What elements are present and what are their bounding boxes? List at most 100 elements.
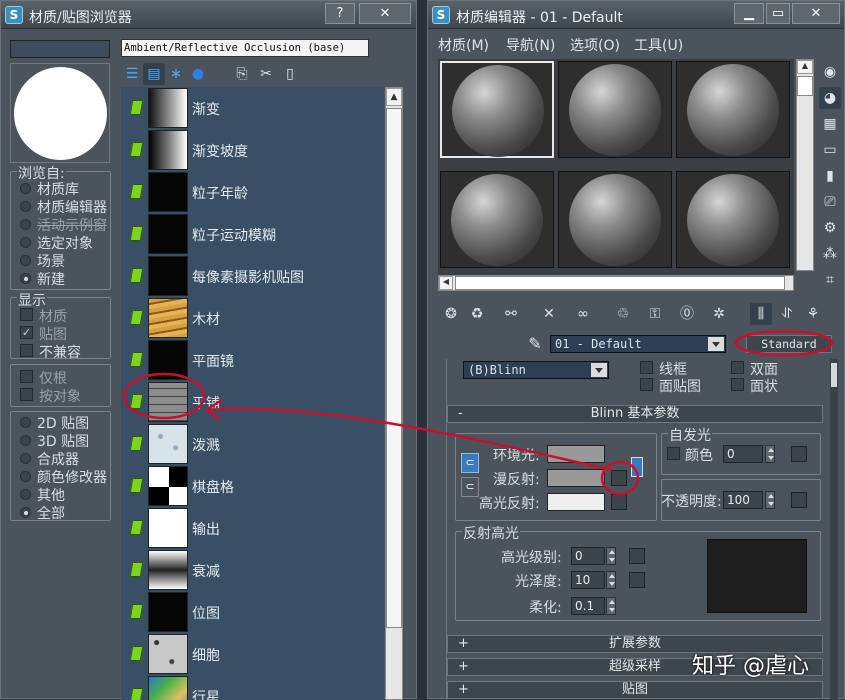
options-icon[interactable]: ⚙ bbox=[819, 217, 841, 239]
map-list-item[interactable]: 粒子年龄 bbox=[121, 171, 381, 213]
diffuse-swatch[interactable] bbox=[547, 469, 605, 487]
map-list-item[interactable]: 渐变 bbox=[121, 87, 381, 129]
two-sided-checkbox[interactable] bbox=[731, 361, 744, 374]
sample-type-icon[interactable]: ◉ bbox=[819, 61, 841, 83]
lock-icon-2[interactable]: ⊂ bbox=[461, 477, 479, 497]
slots-scroll-thumb[interactable] bbox=[797, 76, 813, 96]
assign-to-selection-icon[interactable]: ⚯ bbox=[500, 303, 522, 325]
make-unique-icon[interactable]: ∞ bbox=[572, 303, 594, 325]
scroll-up-arrow[interactable]: ▲ bbox=[386, 88, 402, 106]
sample-slots-hscroll[interactable]: ◀ bbox=[438, 275, 794, 291]
sample-slot-2[interactable] bbox=[558, 61, 672, 158]
map-list-item[interactable]: 棋盘格 bbox=[121, 465, 381, 507]
self-illum-value[interactable]: 0 bbox=[723, 445, 763, 463]
clear-library-icon[interactable]: ▯ bbox=[279, 63, 301, 85]
sample-uv-tiling-icon[interactable]: ▭ bbox=[819, 139, 841, 161]
map-list-item[interactable]: 输出 bbox=[121, 507, 381, 549]
close-button[interactable]: ✕ bbox=[359, 3, 411, 24]
category-radio[interactable] bbox=[20, 507, 31, 518]
blinn-basic-params-rollout[interactable]: - Blinn 基本参数 bbox=[447, 405, 823, 423]
map-list-item[interactable]: 每像素摄影机贴图 bbox=[121, 255, 381, 297]
browse-from-radio[interactable] bbox=[20, 255, 31, 266]
large-icons-view-icon[interactable]: ● bbox=[187, 63, 209, 85]
browse-from-radio[interactable] bbox=[20, 183, 31, 194]
gloss-map-button[interactable] bbox=[629, 572, 645, 588]
shader-dropdown[interactable]: (B)Blinn bbox=[463, 361, 609, 379]
lock-ambient-diffuse-map-icon[interactable] bbox=[631, 457, 643, 477]
root-option-checkbox[interactable] bbox=[20, 370, 33, 383]
menu-item[interactable]: 选项(O) bbox=[570, 35, 620, 55]
show-checkbox[interactable] bbox=[20, 308, 33, 321]
browser-titlebar[interactable]: S 材质/贴图浏览器 ? ✕ bbox=[1, 1, 416, 29]
self-illum-map-button[interactable] bbox=[791, 446, 807, 462]
delete-from-library-icon[interactable]: ✂ bbox=[255, 63, 277, 85]
show-checkbox[interactable]: ✓ bbox=[20, 326, 33, 339]
reset-map-icon[interactable]: ✕ bbox=[538, 303, 560, 325]
gloss-value[interactable]: 10 bbox=[571, 571, 605, 589]
spec-level-spinner[interactable] bbox=[606, 547, 616, 565]
background-icon[interactable]: ▦ bbox=[819, 113, 841, 135]
browser-search-field[interactable] bbox=[10, 40, 110, 58]
sample-slot-6[interactable] bbox=[676, 171, 790, 268]
scroll-thumb[interactable] bbox=[386, 108, 402, 628]
go-forward-to-sibling-icon[interactable]: ⥯ bbox=[776, 303, 798, 325]
editor-close-button[interactable]: ✕ bbox=[792, 3, 840, 24]
sample-slot-3[interactable] bbox=[676, 61, 790, 158]
category-radio[interactable] bbox=[20, 471, 31, 482]
slots-scroll-up[interactable]: ▲ bbox=[797, 60, 813, 74]
maximize-button[interactable]: ▭ bbox=[766, 3, 790, 24]
sample-slot-1[interactable] bbox=[440, 61, 554, 158]
soften-spinner[interactable] bbox=[606, 597, 616, 615]
map-list-scrollbar[interactable]: ▲ bbox=[385, 87, 403, 700]
spec-level-value[interactable]: 0 bbox=[571, 547, 605, 565]
show-checkbox[interactable] bbox=[20, 344, 33, 357]
menu-item[interactable]: 导航(N) bbox=[506, 35, 555, 55]
face-map-checkbox[interactable] bbox=[640, 378, 653, 391]
map-list-item[interactable]: 衰减 bbox=[121, 549, 381, 591]
material-id-channel-icon[interactable]: ⚿ bbox=[644, 303, 666, 325]
backlight-icon[interactable]: ◕ bbox=[819, 87, 841, 109]
browse-from-radio[interactable] bbox=[20, 273, 31, 284]
pick-material-icon[interactable]: ⚘ bbox=[802, 303, 824, 325]
material-type-button[interactable]: Standard bbox=[746, 335, 832, 353]
gloss-spinner[interactable] bbox=[606, 571, 616, 589]
shader-dropdown-arrow[interactable] bbox=[591, 363, 607, 377]
map-list-item[interactable]: 位图 bbox=[121, 591, 381, 633]
category-radio[interactable] bbox=[20, 453, 31, 464]
slots-hscroll-thumb[interactable] bbox=[455, 276, 785, 290]
minimize-button[interactable]: ▁ bbox=[734, 3, 764, 24]
list-view-icon[interactable]: ☰ bbox=[121, 63, 143, 85]
show-end-result-icon[interactable]: ✲ bbox=[708, 303, 730, 325]
soften-value[interactable]: 0.1 bbox=[571, 597, 605, 615]
update-scene-materials-icon[interactable]: ⎘ bbox=[231, 63, 253, 85]
map-list-item[interactable]: 渐变坡度 bbox=[121, 129, 381, 171]
menu-item[interactable]: 材质(M) bbox=[438, 35, 489, 55]
lock-icon[interactable]: ⊂ bbox=[461, 453, 479, 473]
get-material-icon[interactable]: ❂ bbox=[440, 303, 462, 325]
browse-from-radio[interactable] bbox=[20, 201, 31, 212]
map-list-item[interactable]: 平铺 bbox=[121, 381, 381, 423]
select-by-material-icon[interactable]: ⁂ bbox=[819, 243, 841, 265]
map-list-item[interactable]: 粒子运动模糊 bbox=[121, 213, 381, 255]
list-icons-view-icon[interactable]: ▤ bbox=[143, 63, 165, 85]
spec-level-map-button[interactable] bbox=[629, 548, 645, 564]
material-name-dropdown-arrow[interactable] bbox=[708, 337, 724, 351]
sample-slot-4[interactable] bbox=[440, 171, 554, 268]
opacity-spinner[interactable] bbox=[765, 491, 775, 509]
material-map-navigator-icon[interactable]: ⌗ bbox=[819, 269, 841, 291]
show-map-in-viewport-icon[interactable]: ⓪ bbox=[676, 303, 698, 325]
map-list-item[interactable]: 行星 bbox=[121, 675, 381, 700]
help-button[interactable]: ? bbox=[325, 3, 355, 24]
map-list-item[interactable]: 平面镜 bbox=[121, 339, 381, 381]
opacity-map-button[interactable] bbox=[791, 492, 807, 508]
self-illum-spinner[interactable] bbox=[765, 445, 775, 463]
go-to-parent-icon[interactable]: ⫼ bbox=[750, 303, 772, 325]
wire-checkbox[interactable] bbox=[640, 361, 653, 374]
put-to-scene-icon[interactable]: ♻ bbox=[466, 303, 488, 325]
root-option-checkbox[interactable] bbox=[20, 388, 33, 401]
specular-map-button[interactable] bbox=[611, 494, 627, 510]
category-radio[interactable] bbox=[20, 489, 31, 500]
eyedropper-icon[interactable]: ✎ bbox=[524, 333, 546, 355]
map-list-item[interactable]: 木材 bbox=[121, 297, 381, 339]
put-to-library-icon[interactable]: ♲ bbox=[612, 303, 634, 325]
